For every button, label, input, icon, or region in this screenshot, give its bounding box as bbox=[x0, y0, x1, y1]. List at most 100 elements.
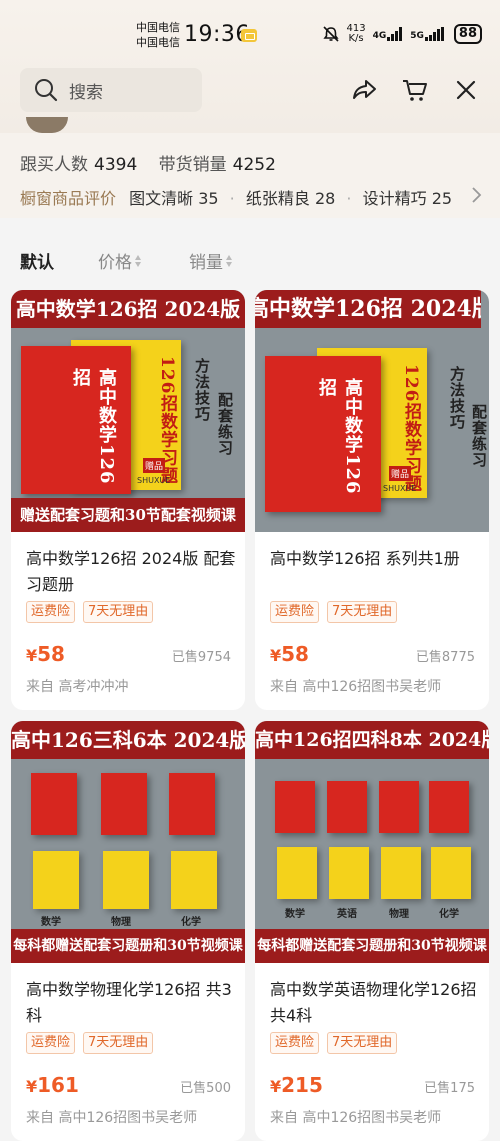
review-item: 纸张精良 28 bbox=[245, 189, 336, 208]
subject-label: 物理 bbox=[111, 917, 131, 928]
nav-bar: 搜索 bbox=[0, 66, 500, 114]
separator-dot: · bbox=[346, 189, 352, 208]
red-book bbox=[169, 773, 215, 835]
cart-icon[interactable] bbox=[401, 76, 429, 104]
top-header: 中国电信 中国电信 19:36 413 K/s 4G 5G 88 搜索 bbox=[0, 0, 500, 133]
image-banner-top: 高中126招四科8本 2024版 bbox=[255, 721, 489, 759]
product-source[interactable]: 来自 高中126招图书吴老师 bbox=[270, 1107, 441, 1127]
mute-icon bbox=[322, 26, 339, 42]
status-indicators: 413 K/s 4G 5G 88 bbox=[322, 24, 482, 44]
sort-bar: 默认 价格 销量 bbox=[0, 232, 500, 288]
close-icon[interactable] bbox=[452, 76, 480, 104]
sales-label: 带货销量 bbox=[158, 155, 227, 175]
tag-7day-return: 7天无理由 bbox=[327, 601, 398, 623]
product-price: ¥161 bbox=[26, 1073, 79, 1097]
subject-label: 数学 bbox=[285, 909, 305, 920]
search-icon bbox=[35, 79, 58, 102]
product-tags: 运费险 7天无理由 bbox=[270, 1032, 398, 1054]
signal-2: 5G bbox=[410, 27, 447, 41]
red-book bbox=[379, 781, 419, 833]
book-scene: 126招数学习题 赠品 SHUXUE 高中数学126招 方法技巧 配套练习 bbox=[11, 328, 245, 498]
red-book bbox=[275, 781, 315, 833]
tag-shipping-insurance: 运费险 bbox=[26, 601, 76, 623]
review-title: 橱窗商品评价 bbox=[20, 189, 117, 208]
product-title[interactable]: 高中数学126招 系列共1册 bbox=[270, 546, 480, 572]
red-book bbox=[101, 773, 147, 835]
product-price: ¥58 bbox=[26, 642, 65, 666]
signal-bars-icon bbox=[387, 27, 403, 41]
sort-default[interactable]: 默认 bbox=[20, 248, 54, 273]
share-icon[interactable] bbox=[351, 76, 379, 104]
book-scene: 数学 物理 化学 bbox=[11, 759, 245, 929]
signal-bars-icon bbox=[424, 27, 444, 41]
book-scene: 数学 英语 物理 化学 bbox=[255, 759, 489, 929]
product-source[interactable]: 来自 高考冲冲冲 bbox=[26, 676, 128, 696]
signal-1: 4G bbox=[373, 27, 404, 41]
product-source[interactable]: 来自 高中126招图书吴老师 bbox=[270, 676, 441, 696]
sold-count: 已售175 bbox=[424, 1081, 475, 1096]
avatar[interactable] bbox=[26, 117, 68, 133]
yellow-book bbox=[171, 851, 217, 909]
product-card[interactable]: 高中126招四科8本 2024版 数学 英语 物理 化学 每科都赠送配套习题册和… bbox=[255, 721, 489, 1141]
search-input[interactable]: 搜索 bbox=[20, 68, 202, 112]
product-image[interactable]: 高中数学126招 2024版 126招数学习题 赠品 SHUXUE 高中数学12… bbox=[255, 290, 489, 532]
yellow-book bbox=[381, 847, 421, 899]
yellow-book bbox=[33, 851, 79, 909]
shop-stats: 跟买人数 4394 带货销量 4252 橱窗商品评价 图文清晰 35 · 纸张精良 … bbox=[0, 133, 500, 218]
followers-value: 4394 bbox=[94, 155, 138, 175]
notification-icon bbox=[241, 29, 257, 42]
product-image[interactable]: 高中数学126招 2024版 126招数学习题 赠品 SHUXUE 高中数学12… bbox=[11, 290, 245, 532]
sort-sales[interactable]: 销量 bbox=[189, 248, 233, 273]
product-title[interactable]: 高中数学英语物理化学126招 共4科 bbox=[270, 977, 480, 1029]
product-title[interactable]: 高中数学126招 2024版 配套习题册 bbox=[26, 546, 236, 598]
sold-count: 已售9754 bbox=[171, 650, 231, 665]
product-card[interactable]: 高中数学126招 2024版 126招数学习题 赠品 SHUXUE 高中数学12… bbox=[11, 290, 245, 710]
separator-dot: · bbox=[229, 189, 235, 208]
tag-7day-return: 7天无理由 bbox=[83, 1032, 154, 1054]
image-banner-top: 高中数学126招 2024版 bbox=[255, 290, 481, 328]
red-book: 高中数学126招 bbox=[21, 346, 131, 494]
carrier-2: 中国电信 bbox=[136, 36, 180, 49]
sort-price[interactable]: 价格 bbox=[98, 248, 142, 273]
product-card[interactable]: 高中数学126招 2024版 126招数学习题 赠品 SHUXUE 高中数学12… bbox=[255, 290, 489, 710]
yellow-book bbox=[329, 847, 369, 899]
subject-label: 化学 bbox=[181, 917, 201, 928]
image-banner-top: 高中126三科6本 2024版 bbox=[11, 721, 245, 759]
tag-7day-return: 7天无理由 bbox=[327, 1032, 398, 1054]
tag-shipping-insurance: 运费险 bbox=[270, 1032, 320, 1054]
followers-label: 跟买人数 bbox=[20, 155, 88, 175]
sold-count: 已售500 bbox=[180, 1081, 231, 1096]
product-title[interactable]: 高中数学物理化学126招 共3科 bbox=[26, 977, 236, 1029]
subject-label: 物理 bbox=[389, 909, 409, 920]
product-price: ¥58 bbox=[270, 642, 309, 666]
subject-label: 数学 bbox=[41, 917, 61, 928]
image-banner-bottom: 每科都赠送配套习题册和30节视频课 bbox=[255, 929, 489, 963]
subject-label: 化学 bbox=[439, 909, 459, 920]
review-summary[interactable]: 橱窗商品评价 图文清晰 35 · 纸张精良 28 · 设计精巧 25 bbox=[20, 185, 452, 209]
product-source[interactable]: 来自 高中126招图书吴老师 bbox=[26, 1107, 197, 1127]
product-image[interactable]: 高中126三科6本 2024版 数学 物理 化学 每科都赠送配套习题册和30节视… bbox=[11, 721, 245, 963]
yellow-book bbox=[431, 847, 471, 899]
tag-shipping-insurance: 运费险 bbox=[26, 1032, 76, 1054]
sales-value: 4252 bbox=[232, 155, 276, 175]
chevron-right-icon[interactable] bbox=[470, 186, 482, 204]
red-book bbox=[429, 781, 469, 833]
product-card[interactable]: 高中126三科6本 2024版 数学 物理 化学 每科都赠送配套习题册和30节视… bbox=[11, 721, 245, 1141]
red-book: 高中数学126招 bbox=[265, 356, 381, 512]
status-bar: 中国电信 中国电信 19:36 413 K/s 4G 5G 88 bbox=[0, 0, 500, 66]
product-image[interactable]: 高中126招四科8本 2024版 数学 英语 物理 化学 每科都赠送配套习题册和… bbox=[255, 721, 489, 963]
stats-summary: 跟买人数 4394 带货销量 4252 bbox=[20, 150, 276, 175]
sort-arrows-icon bbox=[135, 254, 142, 268]
search-placeholder: 搜索 bbox=[69, 82, 103, 103]
yellow-book bbox=[277, 847, 317, 899]
subject-label: 英语 bbox=[337, 909, 357, 920]
image-banner-top: 高中数学126招 2024版 bbox=[11, 290, 245, 328]
sold-count: 已售8775 bbox=[415, 650, 475, 665]
image-banner-bottom: 赠送配套习题和30节配套视频课 bbox=[11, 498, 245, 532]
carrier-1: 中国电信 bbox=[136, 21, 180, 34]
product-tags: 运费险 7天无理由 bbox=[26, 1032, 154, 1054]
yellow-book bbox=[103, 851, 149, 909]
book-scene: 126招数学习题 赠品 SHUXUE 高中数学126招 方法技巧 配套练习 bbox=[255, 328, 489, 532]
battery-indicator: 88 bbox=[453, 24, 482, 44]
review-item: 设计精巧 25 bbox=[362, 189, 453, 208]
